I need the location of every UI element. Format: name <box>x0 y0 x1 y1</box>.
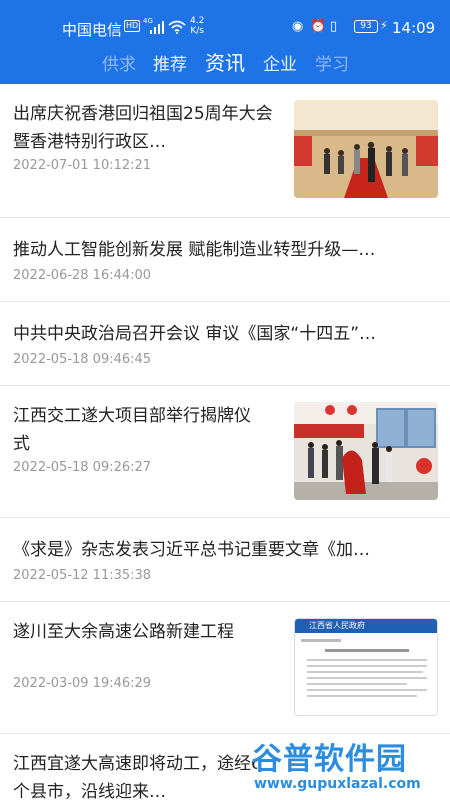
article-date: 2022-07-01 10:12:21 <box>13 158 152 173</box>
category-tabs: 供求 推荐 资讯 企业 学习 <box>0 44 450 78</box>
watermark-url: www.gupuxlazal.com <box>254 776 421 792</box>
hd-badge: HD <box>124 20 141 32</box>
tab-supply-demand[interactable]: 供求 <box>102 50 136 75</box>
doc-body-lines <box>301 639 427 697</box>
vibrate-icon: ▯ <box>330 19 338 34</box>
network-speed: 4.2 K/s <box>190 16 204 36</box>
speed-value: 4.2 <box>190 16 205 26</box>
list-item[interactable]: 出席庆祝香港回归祖国25周年大会暨香港特别行政区… 2022-07-01 10:… <box>0 84 450 218</box>
tab-study[interactable]: 学习 <box>315 50 349 75</box>
article-title: 中共中央政治局召开会议 审议《国家“十四五”… <box>13 324 377 344</box>
alarm-icon: ⏰ <box>310 19 327 34</box>
app-header: 中国电信 HD 4G 4.2 K/s ◉ ⏰ ▯ 93 ⚡ 14:09 供求 推… <box>0 0 450 84</box>
article-date: 2022-05-12 11:35:38 <box>13 568 152 583</box>
speed-unit: K/s <box>190 26 204 36</box>
article-date: 2022-06-28 16:44:00 <box>13 268 152 283</box>
article-date: 2022-03-09 19:46:29 <box>13 676 152 691</box>
status-bar: 中国电信 HD 4G 4.2 K/s ◉ ⏰ ▯ 93 ⚡ 14:09 <box>0 0 450 40</box>
doc-header-bar: 江西省人民政府 <box>295 619 437 633</box>
tab-news[interactable]: 资讯 <box>205 47 245 76</box>
tab-enterprise[interactable]: 企业 <box>263 50 297 75</box>
list-item[interactable]: 遂川至大余高速公路新建工程 2022-03-09 19:46:29 江西省人民政… <box>0 602 450 734</box>
doc-header-title: 江西省人民政府 <box>309 621 365 630</box>
article-title: 《求是》杂志发表习近平总书记重要文章《加… <box>13 540 370 560</box>
article-date: 2022-05-18 09:26:27 <box>13 460 152 475</box>
charging-icon: ⚡ <box>380 19 388 32</box>
watermark: 谷普软件园 www.gupuxlazal.com <box>248 730 450 800</box>
list-item[interactable]: 推动人工智能创新发展 赋能制造业转型升级—… 2022-06-28 16:44:… <box>0 218 450 302</box>
article-title: 出席庆祝香港回归祖国25周年大会暨香港特别行政区… <box>13 104 273 152</box>
wifi-icon <box>168 20 186 34</box>
list-item[interactable]: 《求是》杂志发表习近平总书记重要文章《加… 2022-05-12 11:35:3… <box>0 518 450 602</box>
article-title: 江西交工遂大项目部举行揭牌仪式 <box>13 406 251 454</box>
list-item[interactable]: 中共中央政治局召开会议 审议《国家“十四五”… 2022-05-18 09:46… <box>0 302 450 386</box>
list-item[interactable]: 江西交工遂大项目部举行揭牌仪式 2022-05-18 09:26:27 <box>0 386 450 518</box>
battery-icon: 93 <box>354 20 378 33</box>
clock: 14:09 <box>392 19 436 37</box>
article-title: 江西宜遂大高速即将动工，途经6个县市，沿线迎来… <box>13 754 262 800</box>
carrier-name: 中国电信 <box>62 21 123 39</box>
article-title: 遂川至大余高速公路新建工程 <box>13 622 234 642</box>
plaque-unveiling-photo <box>294 402 438 500</box>
ceremony-photo <box>294 100 438 198</box>
eye-icon: ◉ <box>292 19 304 34</box>
watermark-name: 谷普软件园 <box>252 742 407 777</box>
article-date: 2022-05-18 09:46:45 <box>13 352 152 367</box>
tab-recommend[interactable]: 推荐 <box>153 50 187 75</box>
article-title: 推动人工智能创新发展 赋能制造业转型升级—… <box>13 240 376 260</box>
document-screenshot: 江西省人民政府 <box>294 618 438 716</box>
signal-icon <box>150 21 164 34</box>
